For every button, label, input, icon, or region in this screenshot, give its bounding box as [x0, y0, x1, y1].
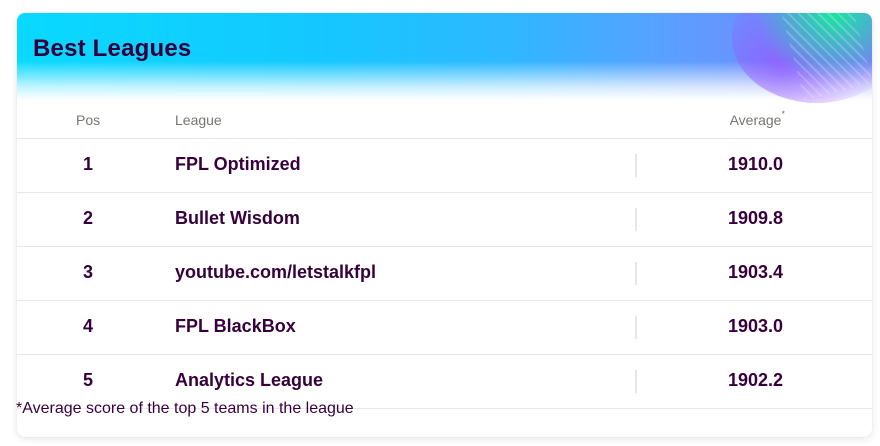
- row-league-name[interactable]: FPL BlackBox: [175, 316, 296, 337]
- table-header: Pos League Average*: [17, 100, 872, 139]
- row-position: 5: [82, 370, 93, 390]
- footnote-marker: *: [781, 109, 785, 119]
- column-divider: [635, 262, 637, 285]
- column-header-average-label: Average: [729, 112, 782, 128]
- row-average: 1902.2: [727, 370, 783, 390]
- card-header: Best Leagues: [17, 13, 872, 103]
- row-average: 1909.8: [727, 208, 783, 228]
- column-divider: [635, 154, 637, 177]
- row-position: 2: [82, 208, 93, 228]
- column-divider: [635, 208, 637, 231]
- column-header-league: League: [175, 112, 222, 128]
- table-row[interactable]: 2 Bullet Wisdom 1909.8: [17, 193, 872, 247]
- row-average: 1903.4: [727, 262, 783, 282]
- row-position: 1: [82, 154, 93, 174]
- column-divider: [635, 370, 637, 393]
- row-position: 4: [82, 316, 93, 336]
- table-row[interactable]: 3 youtube.com/letstalkfpl 1903.4: [17, 247, 872, 301]
- row-league-name[interactable]: Analytics League: [175, 370, 323, 391]
- row-league-name[interactable]: youtube.com/letstalkfpl: [175, 262, 376, 283]
- row-league-name[interactable]: FPL Optimized: [175, 154, 301, 175]
- row-average: 1903.0: [727, 316, 783, 336]
- table-row[interactable]: 4 FPL BlackBox 1903.0: [17, 301, 872, 355]
- row-league-name[interactable]: Bullet Wisdom: [175, 208, 300, 229]
- league-table-body: 1 FPL Optimized 1910.0 2 Bullet Wisdom 1…: [17, 139, 872, 409]
- row-position: 3: [82, 262, 93, 282]
- column-divider: [635, 316, 637, 339]
- card-title: Best Leagues: [33, 35, 192, 62]
- best-leagues-card: Best Leagues Pos League Average* 1 FPL O…: [17, 13, 872, 437]
- column-header-average: Average*: [729, 109, 785, 128]
- column-header-pos: Pos: [76, 112, 101, 128]
- average-footnote: *Average score of the top 5 teams in the…: [16, 400, 354, 417]
- row-average: 1910.0: [727, 154, 783, 174]
- table-row[interactable]: 1 FPL Optimized 1910.0: [17, 139, 872, 193]
